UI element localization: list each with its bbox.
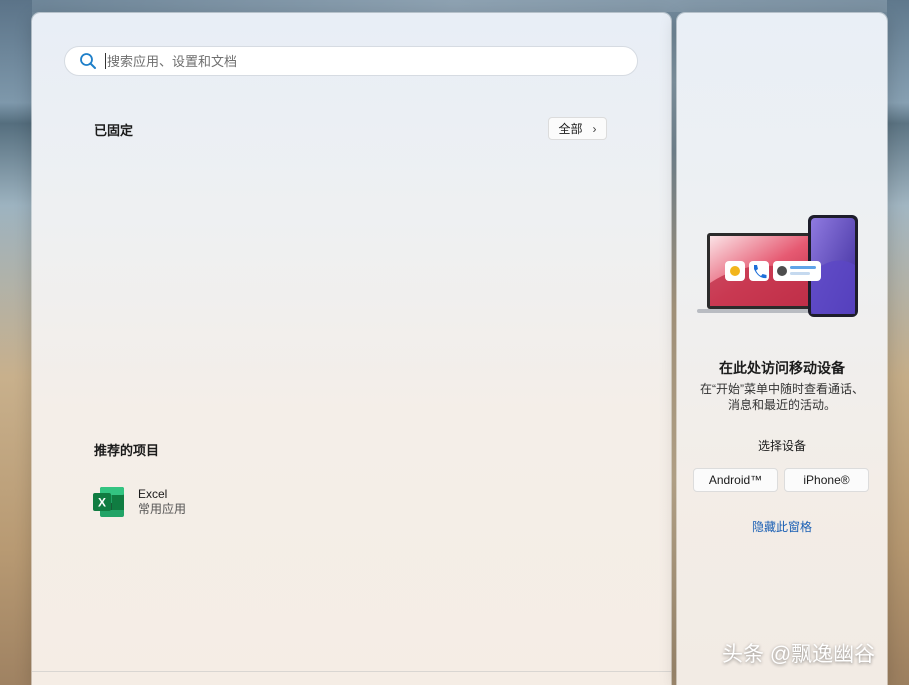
svg-text:X: X <box>98 496 106 510</box>
choose-device-label: 选择设备 <box>757 439 806 453</box>
phone-link-description-line2: 消息和最近的活动。 <box>727 398 836 412</box>
phone-link-description: 在“开始”菜单中随时查看通话、 消息和最近的活动。 <box>692 381 872 413</box>
recommended-item-subtitle: 常用应用 <box>138 502 187 516</box>
hide-pane-link[interactable]: 隐藏此窗格 <box>677 518 887 535</box>
desktop-wallpaper-right <box>887 0 909 685</box>
phone-link-panel: 在此处访问移动设备 在“开始”菜单中随时查看通话、 消息和最近的活动。 选择设备… <box>677 13 887 685</box>
recommended-item-excel[interactable]: X Excel 常用应用 <box>92 483 232 521</box>
all-apps-button[interactable]: 全部 › <box>548 117 607 140</box>
phone-link-description-line1: 在“开始”菜单中随时查看通话、 <box>700 382 864 396</box>
phone-link-heading: 在此处访问移动设备 <box>719 360 845 376</box>
search-input[interactable] <box>107 53 587 69</box>
desktop-wallpaper-left <box>0 0 32 685</box>
iphone-button[interactable]: iPhone® <box>784 468 869 492</box>
all-apps-label: 全部 <box>558 122 583 136</box>
watermark-text: 头条 @飘逸幽谷 <box>722 643 876 666</box>
search-box[interactable] <box>64 46 638 76</box>
desktop-wallpaper-top <box>0 0 909 12</box>
phone-link-illustration <box>695 213 861 323</box>
start-menu-footer-divider <box>32 671 671 672</box>
text-caret <box>105 53 106 69</box>
recommended-title: 推荐的项目 <box>94 443 160 458</box>
recommended-item-name: Excel <box>138 487 168 501</box>
android-button[interactable]: Android™ <box>693 468 778 492</box>
chevron-right-icon: › <box>592 121 597 136</box>
start-menu-panel: 已固定 全部 › 推荐的项目 X Excel 常用应用 <box>32 13 671 685</box>
search-icon <box>79 52 97 70</box>
pinned-title: 已固定 <box>94 123 134 138</box>
excel-icon: X <box>92 485 126 519</box>
